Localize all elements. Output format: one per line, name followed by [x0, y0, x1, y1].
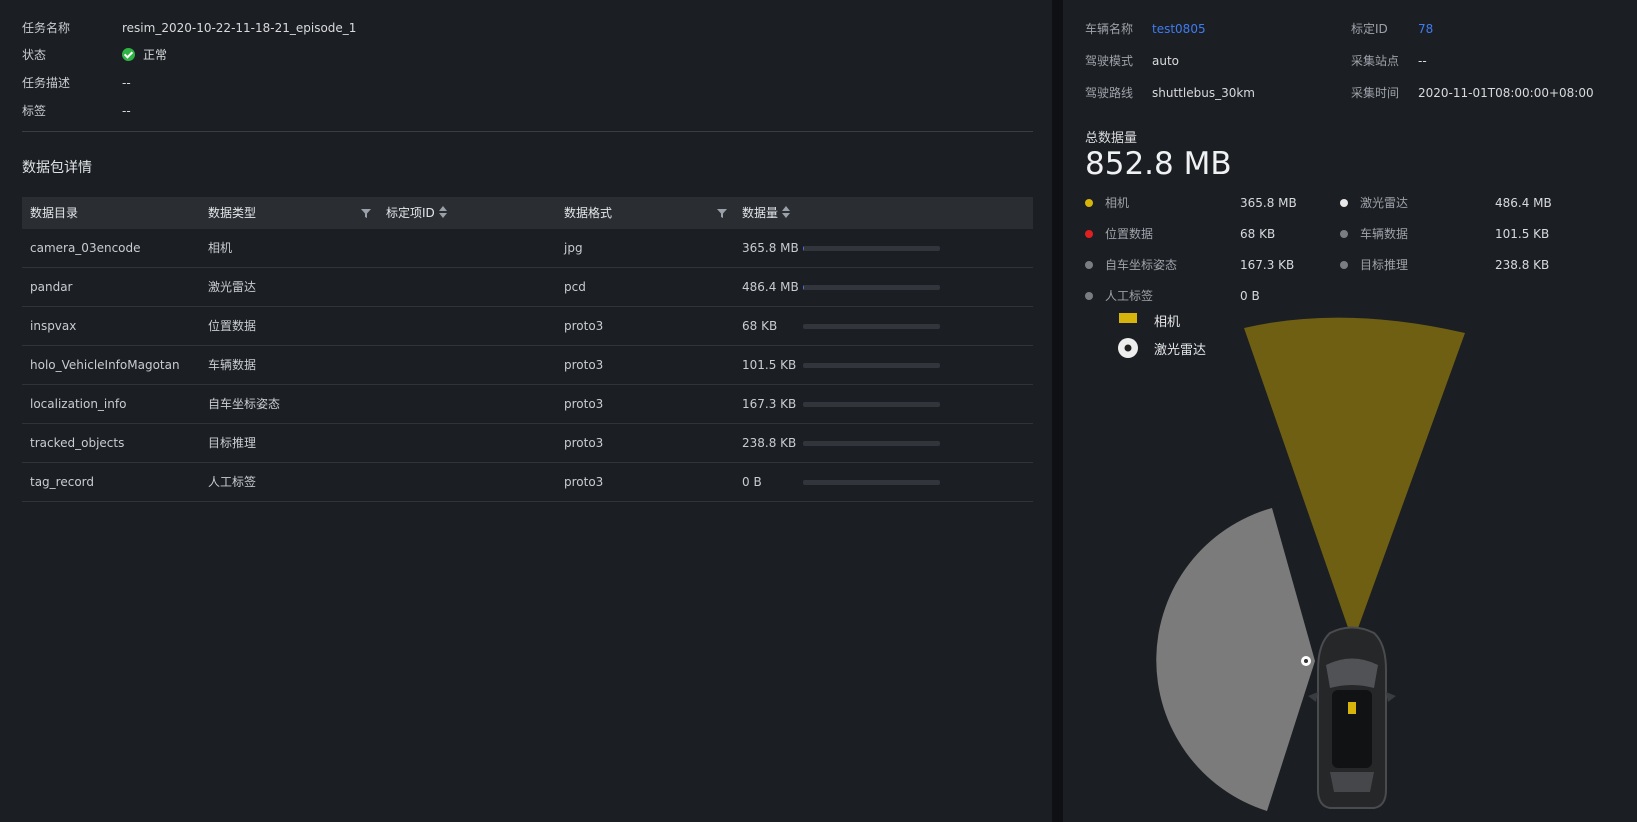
task-name-value: resim_2020-10-22-11-18-21_episode_1	[122, 21, 357, 35]
size-bar	[803, 441, 940, 446]
table-row: tracked_objects 目标推理 proto3 238.8 KB	[22, 424, 1033, 463]
cell-size: 68 KB	[742, 319, 778, 333]
cell-dir: pandar	[30, 280, 73, 294]
task-status-value: 正常	[122, 45, 167, 65]
table-row: holo_VehicleInfoMagotan 车辆数据 proto3 101.5 K…	[22, 346, 1033, 385]
cell-dir: localization_info	[30, 397, 127, 411]
cell-type: 车辆数据	[208, 358, 257, 372]
task-detail-panel: 任务名称 resim_2020-10-22-11-18-21_episode_1…	[0, 0, 1052, 822]
column-header-format: 数据格式	[564, 206, 613, 220]
cell-size: 101.5 KB	[742, 358, 797, 372]
task-status-text: 正常	[143, 48, 168, 62]
car-icon	[1308, 626, 1396, 809]
cell-dir: tag_record	[30, 475, 95, 489]
camera-legend-label: 相机	[1154, 315, 1181, 330]
filter-icon[interactable]	[716, 207, 728, 219]
task-tags-value: --	[122, 104, 131, 118]
size-bar	[803, 324, 940, 329]
cell-size: 486.4 MB	[742, 280, 799, 294]
check-circle-icon	[122, 48, 135, 61]
size-bar-fill	[803, 285, 805, 290]
lidar-fov	[1156, 508, 1315, 811]
column-header-dir: 数据目录	[30, 206, 79, 220]
size-bar	[803, 480, 940, 485]
cell-dir: holo_VehicleInfoMagotan	[30, 358, 180, 372]
size-bar	[803, 246, 940, 251]
cell-format: proto3	[564, 475, 604, 489]
column-header-size-label: 数据量	[742, 206, 779, 220]
column-header-calib[interactable]: 标定项ID	[386, 197, 447, 229]
size-bar	[803, 363, 940, 368]
task-name-label: 任务名称	[22, 21, 71, 35]
lidar-legend-label: 激光雷达	[1154, 343, 1207, 358]
cell-type: 位置数据	[208, 319, 257, 333]
cell-format: proto3	[564, 358, 604, 372]
task-tags-label: 标签	[22, 104, 47, 118]
cell-type: 激光雷达	[208, 280, 257, 294]
sort-icon[interactable]	[782, 206, 791, 218]
table-row: tag_record 人工标签 proto3 0 B	[22, 463, 1033, 502]
cell-size: 238.8 KB	[742, 436, 797, 450]
table-body: camera_03encode 相机 jpg 365.8 MB pandar 激光雷达 pc…	[22, 229, 1033, 502]
cell-size: 167.3 KB	[742, 397, 797, 411]
cell-dir: camera_03encode	[30, 241, 141, 255]
cell-format: proto3	[564, 397, 604, 411]
cell-type: 目标推理	[208, 436, 257, 450]
table-row: localization_info 自车坐标姿态 proto3 167.3 KB	[22, 385, 1033, 424]
table-row: camera_03encode 相机 jpg 365.8 MB	[22, 229, 1033, 268]
filter-icon[interactable]	[360, 207, 372, 219]
camera-legend-icon	[1119, 313, 1137, 323]
cell-type: 自车坐标姿态	[208, 397, 281, 411]
cell-format: pcd	[564, 280, 586, 294]
column-header-type: 数据类型	[208, 206, 257, 220]
cell-format: proto3	[564, 436, 604, 450]
size-bar-fill	[803, 246, 805, 251]
cell-format: proto3	[564, 319, 604, 333]
size-bar	[803, 402, 940, 407]
cell-size: 0 B	[742, 475, 762, 489]
sort-icon[interactable]	[438, 206, 447, 218]
package-section-title: 数据包详情	[22, 160, 92, 176]
cell-format: jpg	[564, 241, 583, 255]
sensor-layout-diagram	[1118, 313, 1465, 811]
package-table: 数据目录 数据类型 标定项ID 数据格式 数据量 camera_03encode…	[22, 197, 1033, 502]
column-header-size[interactable]: 数据量	[742, 197, 791, 229]
column-header-calib-label: 标定项ID	[386, 206, 435, 220]
cell-dir: inspvax	[30, 319, 77, 333]
size-bar	[803, 285, 940, 290]
table-row: inspvax 位置数据 proto3 68 KB	[22, 307, 1033, 346]
cell-type: 相机	[208, 241, 233, 255]
table-header: 数据目录 数据类型 标定项ID 数据格式 数据量	[22, 197, 1033, 229]
divider	[22, 131, 1033, 132]
task-description-label: 任务描述	[22, 76, 71, 90]
cell-size: 365.8 MB	[742, 241, 799, 255]
cell-dir: tracked_objects	[30, 436, 125, 450]
task-description-value: --	[122, 76, 131, 90]
cell-type: 人工标签	[208, 475, 257, 489]
task-status-label: 状态	[22, 48, 47, 62]
vehicle-panel: 车辆名称 test0805 标定ID 78 驾驶模式 auto 采集站点 -- …	[1063, 0, 1637, 822]
table-row: pandar 激光雷达 pcd 486.4 MB	[22, 268, 1033, 307]
